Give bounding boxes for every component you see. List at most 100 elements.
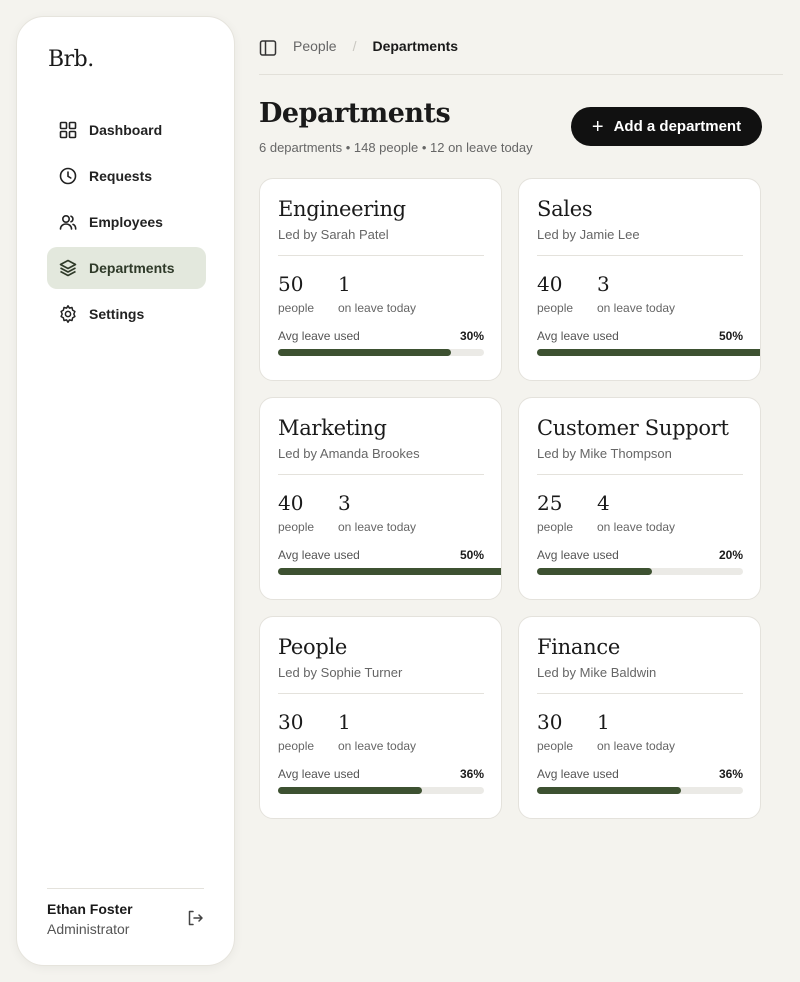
sidebar-item-label: Employees (89, 214, 163, 230)
people-stat: 50 people (278, 272, 338, 315)
avg-leave-bar-fill (537, 349, 760, 356)
sidebar-item-employees[interactable]: Employees (47, 201, 206, 243)
on-leave-count: 3 (338, 491, 351, 515)
department-lead: Led by Sarah Patel (278, 227, 389, 242)
on-leave-label: on leave today (597, 739, 676, 753)
department-card[interactable]: Customer Support Led by Mike Thompson 25… (518, 397, 761, 600)
people-label: people (278, 520, 315, 534)
department-card[interactable]: People Led by Sophie Turner 30 people 1 … (259, 616, 502, 819)
on-leave-stat: 4 on leave today (597, 491, 675, 534)
department-name: Sales (537, 197, 593, 221)
avg-leave-row: Avg leave used 30% (278, 329, 484, 343)
grid-icon (58, 120, 78, 140)
department-card[interactable]: Finance Led by Mike Baldwin 30 people 1 … (518, 616, 761, 819)
department-stats: 40 people 3 on leave today (537, 272, 742, 315)
on-leave-count: 1 (338, 710, 351, 734)
sidebar-item-dashboard[interactable]: Dashboard (47, 109, 206, 151)
avg-leave-percent: 50% (718, 329, 743, 343)
sidebar-item-settings[interactable]: Settings (47, 293, 206, 335)
on-leave-count: 1 (338, 272, 351, 296)
add-department-label: Add a department (613, 118, 742, 135)
avg-leave-percent: 50% (459, 548, 484, 562)
avg-leave-bar-fill (278, 349, 452, 356)
card-divider (278, 474, 484, 475)
department-name: Finance (537, 635, 620, 659)
sidebar-item-label: Dashboard (89, 122, 163, 138)
people-stat: 25 people (537, 491, 597, 534)
avg-leave-bar (278, 787, 484, 794)
people-label: people (537, 301, 574, 315)
add-department-button[interactable]: + Add a department (571, 107, 762, 146)
users-icon (58, 212, 78, 232)
avg-leave-row: Avg leave used 50% (537, 329, 743, 343)
layers-icon (58, 258, 78, 278)
department-name: Customer Support (537, 416, 729, 440)
card-divider (537, 693, 743, 694)
clock-icon (58, 166, 78, 186)
avg-leave-row: Avg leave used 20% (537, 548, 743, 562)
sidebar-item-label: Departments (89, 260, 175, 276)
department-card[interactable]: Marketing Led by Amanda Brookes 40 peopl… (259, 397, 502, 600)
department-name: People (278, 635, 348, 659)
brand-logo[interactable]: Brb. (48, 47, 94, 72)
on-leave-count: 1 (597, 710, 610, 734)
people-stat: 30 people (537, 710, 597, 753)
sidebar-item-departments[interactable]: Departments (47, 247, 206, 289)
avg-leave-bar (278, 349, 484, 356)
department-name: Engineering (278, 197, 406, 221)
avg-leave-label: Avg leave used (278, 329, 360, 343)
breadcrumb-parent[interactable]: People (293, 38, 337, 54)
card-divider (537, 255, 743, 256)
card-divider (278, 255, 484, 256)
avg-leave-label: Avg leave used (278, 767, 360, 781)
people-label: people (537, 739, 574, 753)
user-profile: Ethan Foster Administrator (47, 888, 204, 937)
department-lead: Led by Mike Baldwin (537, 665, 657, 680)
on-leave-label: on leave today (597, 301, 676, 315)
sidebar-nav: Dashboard Requests Employees Departments (47, 109, 206, 339)
departments-grid: Engineering Led by Sarah Patel 50 people… (259, 178, 762, 819)
sidebar-toggle-icon[interactable] (259, 39, 277, 57)
department-card[interactable]: Engineering Led by Sarah Patel 50 people… (259, 178, 502, 381)
on-leave-count: 3 (597, 272, 610, 296)
avg-leave-label: Avg leave used (278, 548, 360, 562)
logout-icon[interactable] (186, 909, 204, 927)
page-title: Departments (259, 98, 451, 129)
people-label: people (537, 520, 574, 534)
on-leave-label: on leave today (338, 739, 417, 753)
avg-leave-row: Avg leave used 50% (278, 548, 484, 562)
sidebar: Brb. Dashboard Requests Employees Depart… (16, 16, 235, 966)
sidebar-item-label: Requests (89, 168, 153, 184)
avg-leave-bar-fill (537, 787, 682, 794)
avg-leave-bar-fill (537, 568, 653, 575)
department-card[interactable]: Sales Led by Jamie Lee 40 people 3 on le… (518, 178, 761, 381)
people-stat: 30 people (278, 710, 338, 753)
on-leave-label: on leave today (338, 301, 417, 315)
on-leave-label: on leave today (597, 520, 676, 534)
people-count: 40 (278, 491, 304, 515)
avg-leave-row: Avg leave used 36% (278, 767, 484, 781)
sidebar-item-requests[interactable]: Requests (47, 155, 206, 197)
department-lead: Led by Mike Thompson (537, 446, 672, 461)
people-count: 25 (537, 491, 563, 515)
avg-leave-label: Avg leave used (537, 329, 619, 343)
card-divider (537, 474, 743, 475)
avg-leave-bar (537, 349, 760, 356)
on-leave-stat: 3 on leave today (597, 272, 675, 315)
department-stats: 30 people 1 on leave today (278, 710, 483, 753)
avg-leave-bar-fill (278, 787, 423, 794)
avg-leave-bar-fill (278, 568, 501, 575)
avg-leave-percent: 20% (718, 548, 743, 562)
department-stats: 50 people 1 on leave today (278, 272, 483, 315)
people-count: 30 (278, 710, 304, 734)
user-role: Administrator (47, 921, 130, 937)
on-leave-stat: 1 on leave today (597, 710, 675, 753)
department-name: Marketing (278, 416, 387, 440)
gear-icon (58, 304, 78, 324)
department-lead: Led by Jamie Lee (537, 227, 640, 242)
on-leave-stat: 3 on leave today (338, 491, 416, 534)
on-leave-stat: 1 on leave today (338, 710, 416, 753)
people-count: 40 (537, 272, 563, 296)
on-leave-count: 4 (597, 491, 610, 515)
sidebar-item-label: Settings (89, 306, 145, 322)
